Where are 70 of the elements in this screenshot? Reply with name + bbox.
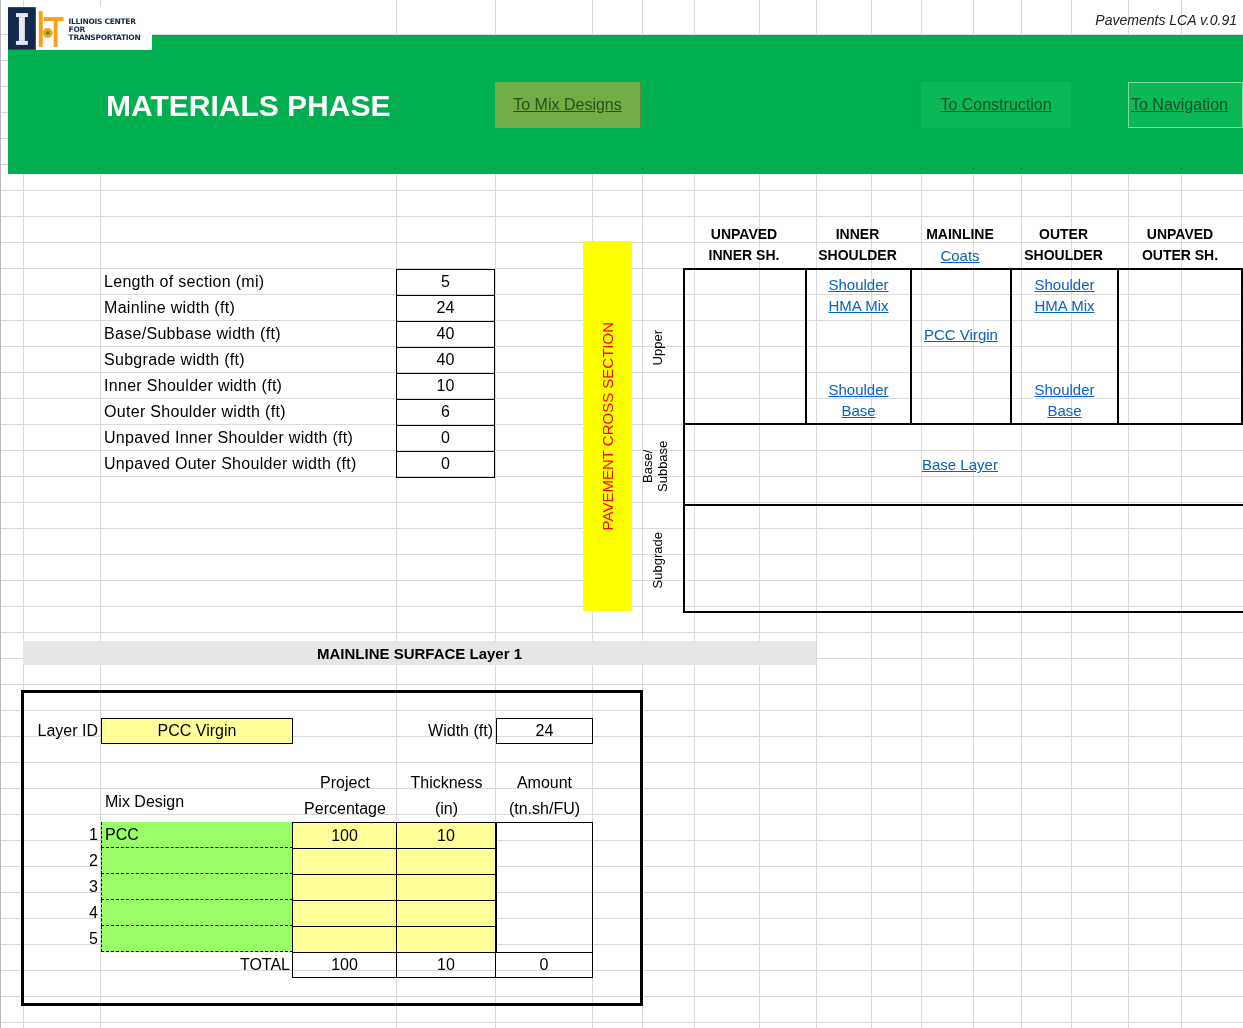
column-heading: MAINLINE (925, 225, 995, 245)
width-label: Width (ft) (427, 721, 494, 741)
layer-id-field[interactable]: PCC Virgin (101, 718, 293, 744)
column-header: Mix Design (104, 792, 186, 812)
mix-design-cell[interactable] (101, 848, 293, 874)
row-number: 1 (88, 825, 99, 845)
parameter-value[interactable]: 0 (396, 425, 495, 452)
thickness-cell[interactable] (396, 900, 496, 927)
parameter-value[interactable]: 6 (396, 399, 495, 426)
parameter-label: Unpaved Inner Shoulder width (ft) (103, 428, 355, 448)
layer-label: Base/ Subbase (640, 439, 672, 495)
row-number: 5 (88, 929, 99, 949)
nav-link-button[interactable]: To Mix Designs (495, 81, 642, 128)
column-heading: OUTER SHOULDER (1023, 225, 1104, 266)
layer-link[interactable]: Shoulder Base (1024, 379, 1105, 422)
parameter-value[interactable]: 5 (396, 269, 495, 296)
parameter-label: Unpaved Outer Shoulder width (ft) (103, 454, 358, 474)
page-title: MATERIALS PHASE (106, 88, 392, 123)
row-number: 3 (88, 877, 99, 897)
layer-link[interactable]: Shoulder HMA Mix (818, 274, 899, 317)
column-header: Project Percentage (303, 773, 387, 819)
layer-label: Upper (650, 330, 665, 366)
layer-link[interactable]: Shoulder Base (818, 379, 899, 422)
mix-design-cell[interactable] (101, 874, 293, 900)
nav-link-button[interactable]: To Navigation (1128, 81, 1243, 128)
version-label: Pavements LCA v.0.91 (1095, 12, 1237, 28)
width-field[interactable]: 24 (496, 718, 593, 744)
percentage-cell[interactable] (292, 926, 397, 953)
parameter-value[interactable]: 10 (396, 373, 495, 400)
parameter-value[interactable]: 40 (396, 347, 495, 374)
layer-label: Subgrade (650, 531, 665, 588)
thickness-cell[interactable] (396, 874, 496, 901)
row-number: 2 (88, 851, 99, 871)
layer-link[interactable]: Base Layer (922, 454, 998, 476)
percentage-cell[interactable]: 100 (292, 822, 397, 849)
parameter-label: Outer Shoulder width (ft) (103, 402, 287, 422)
parameter-value[interactable]: 24 (396, 295, 495, 322)
parameter-label: Length of section (mi) (103, 272, 266, 292)
mix-design-cell[interactable]: PCC (101, 822, 293, 848)
column-header: Thickness (in) (409, 773, 484, 819)
parameter-label: Subgrade width (ft) (103, 350, 246, 370)
logo-icon (8, 7, 66, 50)
percentage-cell[interactable] (292, 900, 397, 927)
column-heading: INNER SHOULDER (817, 225, 898, 266)
percentage-cell[interactable] (292, 848, 397, 875)
column-header: Amount (tn.sh/FU) (507, 773, 582, 819)
section-heading: MAINLINE SURFACE Layer 1 (316, 644, 522, 662)
thickness-cell[interactable]: 10 (396, 822, 496, 849)
mix-design-cell[interactable] (101, 900, 293, 926)
parameter-label: Base/Subbase width (ft) (103, 324, 282, 344)
parameter-value[interactable]: 40 (396, 321, 495, 348)
layer-link[interactable]: Shoulder HMA Mix (1024, 274, 1105, 317)
thickness-cell[interactable] (396, 848, 496, 875)
nav-link-button[interactable]: To Construction (921, 81, 1071, 128)
thickness-cell[interactable] (396, 926, 496, 953)
total-label: TOTAL (238, 955, 291, 975)
row-number: 4 (88, 903, 99, 923)
parameter-label: Inner Shoulder width (ft) (103, 376, 284, 396)
total-cell: 100 (292, 952, 397, 978)
parameter-label: Mainline width (ft) (103, 298, 237, 318)
total-cell: 0 (495, 952, 593, 978)
column-heading: UNPAVED INNER SH. (707, 225, 781, 266)
layer-id-label: Layer ID (36, 721, 99, 741)
section-title: PAVEMENT CROSS SECTION (598, 321, 616, 531)
layer-link[interactable]: PCC Virgin (924, 324, 998, 346)
column-heading: UNPAVED OUTER SH. (1140, 225, 1220, 266)
coats-link[interactable]: Coats (940, 245, 980, 267)
mix-design-cell[interactable] (101, 926, 293, 952)
percentage-cell[interactable] (292, 874, 397, 901)
parameter-value[interactable]: 0 (396, 451, 495, 478)
